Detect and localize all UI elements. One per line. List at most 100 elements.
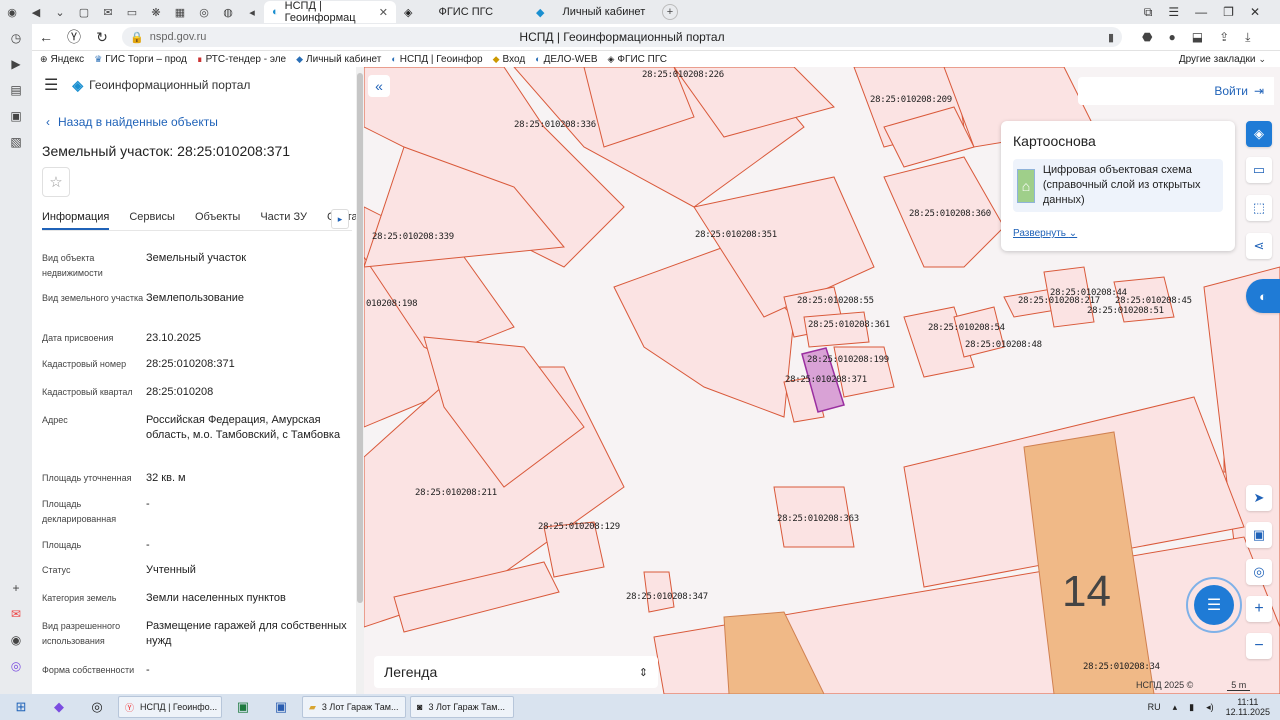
reload-icon[interactable]: ↻ (88, 29, 116, 46)
parcel-label[interactable]: 28:25:010208:360 (909, 209, 991, 219)
expand-link[interactable]: Развернуть ⌄ (1013, 228, 1223, 239)
word-icon[interactable]: ▣ (264, 696, 298, 718)
panel-scrollbar[interactable] (356, 67, 364, 694)
other-bookmarks[interactable]: Другие закладки ⌄ (1179, 54, 1280, 65)
mail-icon[interactable]: ✉ (6, 604, 26, 624)
parcel-label[interactable]: 28:25:010208:217 (1018, 296, 1100, 306)
share-icon[interactable]: ⋖ (1246, 233, 1272, 259)
share-icon[interactable]: ⇪ (1219, 30, 1229, 45)
parcel-label[interactable]: 28:25:010208:129 (538, 522, 620, 532)
tab-parts[interactable]: Части ЗУ (260, 211, 307, 230)
excel-icon[interactable]: ▣ (226, 696, 260, 718)
bookmark-delo[interactable]: ◐ ДЕЛО-WEB (535, 54, 597, 65)
downloads-icon[interactable]: ⬓ (1192, 30, 1203, 45)
basemap-layer-card[interactable]: ⌂ Цифровая объектовая схема (справочный … (1013, 159, 1223, 212)
tray-arrow-icon[interactable]: ▴ (1173, 702, 1178, 713)
media-icon[interactable]: ▶ (6, 54, 26, 74)
tab-nspd[interactable]: ◐ НСПД | Геоинформац ✕ (264, 0, 396, 24)
pinned-tab-icon[interactable]: ◂ (242, 3, 262, 21)
bookmark-gis[interactable]: ♛ ГИС Торги – прод (94, 54, 187, 65)
language-indicator[interactable]: RU (1148, 702, 1161, 712)
tabs-next-icon[interactable]: ▸ (331, 209, 349, 229)
parcel-label[interactable]: 010208:198 (366, 299, 417, 309)
minimize-icon[interactable]: — (1195, 5, 1207, 19)
zoom-in-button[interactable]: + (1246, 596, 1272, 622)
login-button[interactable]: Войти ⇥ (1078, 77, 1274, 105)
parcel-label[interactable]: 28:25:010208:347 (626, 592, 708, 602)
parcel-label[interactable]: 28:25:010208:48 (965, 340, 1042, 350)
parcel-label[interactable]: 28:25:010208:45 (1115, 296, 1192, 306)
pinned-tab-icon[interactable]: ❋ (146, 3, 166, 21)
pinned-tab-icon[interactable]: ◍ (218, 3, 238, 21)
scrollbar-thumb[interactable] (357, 73, 363, 603)
task-folder[interactable]: ▰ 3 Лот Гараж Там... (302, 696, 406, 718)
zoom-out-button[interactable]: − (1246, 633, 1272, 659)
hamburger-icon[interactable]: ☰ (44, 75, 58, 95)
audio-icon[interactable]: ◀ (26, 3, 46, 21)
browser-logo-icon[interactable]: ◉ (2, 3, 22, 21)
parcel-label[interactable]: 28:25:010208:34 (1083, 662, 1160, 672)
parcel-label[interactable]: 28:25:010208:211 (415, 488, 497, 498)
favorite-star-icon[interactable]: ☆ (42, 167, 70, 197)
collapse-panel-icon[interactable]: « (368, 75, 390, 97)
parcel-label[interactable]: 28:25:010208:55 (797, 296, 874, 306)
parcel-label[interactable]: 28:25:010208:51 (1087, 306, 1164, 316)
parcel-label[interactable]: 28:25:010208:209 (870, 95, 952, 105)
parcel-label[interactable]: 28:25:010208:226 (642, 70, 724, 80)
layers-icon[interactable]: ◈ (1246, 121, 1272, 147)
tab-fgis[interactable]: ◈ ФГИС ПГС (396, 1, 528, 23)
close-window-icon[interactable]: ✕ (1250, 5, 1260, 19)
parcel-label[interactable]: 28:25:010208:361 (808, 320, 890, 330)
ruler-icon[interactable]: ▭ (1246, 157, 1272, 183)
pinned-tab-icon[interactable]: ▢ (74, 3, 94, 21)
geo-icon[interactable]: ◎ (1246, 559, 1272, 585)
account-icon[interactable]: ● (1168, 30, 1175, 45)
bookmark-cabinet[interactable]: ◆ Личный кабинет (296, 54, 381, 65)
messenger-icon[interactable]: ◉ (6, 630, 26, 650)
pinned-tab-icon[interactable]: ✉ (98, 3, 118, 21)
legend-dropdown[interactable]: Легенда ⇕ (374, 656, 658, 688)
task-browser[interactable]: Ⓨ НСПД | Геоинфо... (118, 696, 222, 718)
back-link[interactable]: ‹ Назад в найденные объекты (46, 115, 218, 129)
assistant-icon[interactable]: ◐ (1246, 279, 1280, 313)
task-photo[interactable]: ◙ 3 Лот Гараж Там... (410, 696, 514, 718)
tab-services[interactable]: Сервисы (129, 211, 175, 230)
extensions-icon[interactable]: ⬣ (1142, 30, 1152, 45)
parcel-label[interactable]: 28:25:010208:371 (785, 375, 867, 385)
address-field[interactable]: 🔒 nspd.gov.ru НСПД | Геоинформационный п… (122, 27, 1122, 47)
tabs-menu-icon[interactable]: ⌄ (50, 3, 70, 21)
bookmark-nspd[interactable]: ◐ НСПД | Геоинфор (391, 54, 482, 65)
bookmark-rts[interactable]: ∎ РТС-тендер - эле (197, 54, 286, 65)
volume-icon[interactable]: ◂) (1206, 702, 1214, 713)
add-icon[interactable]: + (6, 578, 26, 598)
calendar-icon[interactable]: ▣ (6, 106, 26, 126)
tab-cabinet[interactable]: ◆ Личный кабинет (528, 1, 660, 23)
parcel-label[interactable]: 28:25:010208:199 (807, 355, 889, 365)
collections-icon[interactable]: ▤ (6, 80, 26, 100)
start-icon[interactable]: ⊞ (4, 696, 38, 718)
tab-information[interactable]: Информация (42, 211, 110, 230)
menu-icon[interactable]: ☰ (1168, 5, 1179, 19)
pinned-tab-icon[interactable]: ◎ (194, 3, 214, 21)
network-icon[interactable]: ▮ (1189, 702, 1194, 713)
chat-button[interactable]: ☰ (1186, 577, 1242, 633)
back-icon[interactable]: ← (32, 29, 60, 45)
portal-logo[interactable]: ◈ Геоинформационный портал (72, 77, 250, 94)
parcel-label[interactable]: 28:25:010208:363 (777, 514, 859, 524)
bookmark-yandex[interactable]: ⊕ Яндекс (40, 54, 84, 65)
yandex-icon[interactable]: Ⓨ (60, 27, 88, 47)
parcel-label[interactable]: 28:25:010208:336 (514, 120, 596, 130)
alice-icon[interactable]: ◆ (42, 696, 76, 718)
pinned-tab-icon[interactable]: ▭ (122, 3, 142, 21)
bookmark-fgis[interactable]: ◈ ФГИС ПГС (608, 54, 668, 65)
parcel-label[interactable]: 28:25:010208:339 (372, 232, 454, 242)
map-view[interactable]: 28:25:010208:226 28:25:010208:209 28:25:… (364, 67, 1280, 694)
alice-icon[interactable]: ◎ (6, 656, 26, 676)
close-icon[interactable]: ✕ (379, 6, 388, 19)
select-area-icon[interactable]: ⬚ (1246, 195, 1272, 221)
clock[interactable]: 11:11 12.11.2025 (1226, 697, 1270, 717)
pinned-tab-icon[interactable]: ▦ (170, 3, 190, 21)
download-icon[interactable]: ⤓ (1245, 30, 1250, 45)
bookmark-manager-icon[interactable]: ⧉ (1144, 5, 1153, 20)
history-icon[interactable]: ◷ (6, 28, 26, 48)
